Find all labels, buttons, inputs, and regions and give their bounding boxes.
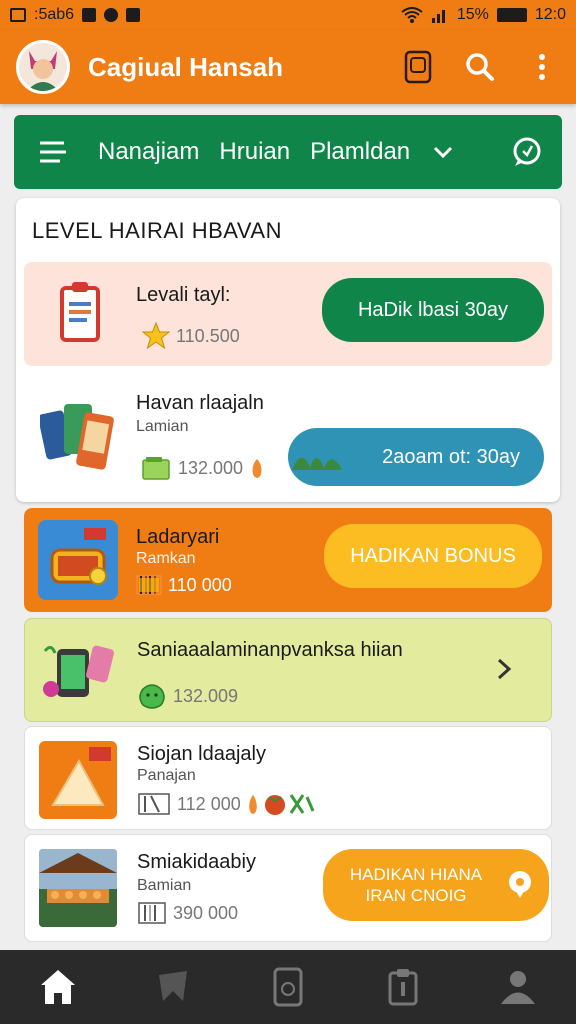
item-subtitle: Panajan [137,767,196,784]
settings-icon [104,8,119,22]
nav-phone[interactable] [258,957,318,1017]
barcode-icon [136,575,162,595]
cheese-icon [39,741,117,819]
treasure-icon [38,520,118,600]
item-value-row: 110.500 [142,322,240,350]
arrow-right-icon[interactable] [495,657,515,681]
book-icon [404,50,432,84]
clipboard-icon [388,969,418,1006]
item-subtitle: Ramkan [136,550,196,567]
coin-icon [139,684,165,709]
status-bar: :5ab6 15% 12:0 [0,0,576,30]
nav-bookmarks[interactable] [143,957,203,1017]
item-value: 390 000 [173,902,239,923]
nav-clipboard[interactable] [373,957,433,1017]
item-value: 132.009 [173,685,239,706]
item-subtitle: Bamian [137,877,192,894]
market-icon [39,849,117,927]
item-value: 132.000 [178,457,244,478]
book-button[interactable] [400,49,436,85]
nav-profile[interactable] [488,957,548,1017]
bottom-nav [0,950,576,1024]
wallet-icon [142,457,170,480]
item-value: 110 000 [168,574,232,595]
item-value-row: 390 000 [137,901,238,925]
item-value-row: 112 000 [137,791,317,817]
more-vert-icon [539,54,545,80]
clipboard-icon [60,282,100,342]
item-name: Siojan ldaajaly [137,743,266,765]
status-left-text: :5ab6 [34,6,75,23]
list-item[interactable]: Levali tayl: 110.500 HaDik lbasi 30ay [24,262,552,366]
wifi-icon [401,7,423,23]
gallery-icon [82,8,97,22]
search-button[interactable] [462,49,498,85]
barcode-icon [138,793,170,815]
item-value-row: 132.000 [142,456,265,480]
claim-button[interactable]: HaDik lbasi 30ay [322,278,544,342]
menu-icon[interactable] [38,140,68,164]
item-value: 110.500 [176,325,240,346]
chat-icon[interactable] [510,135,544,169]
list-item[interactable]: Smiakidaabiy Bamian 390 000 HADIKAN HIAN… [24,834,552,942]
level-panel: LEVEL HAIRAI HBAVAN Levali tayl: 110.500… [16,198,560,502]
chevron-down-icon[interactable] [432,144,454,160]
claim-button[interactable]: HADIKAN HIANA IRAN CNOIG [323,849,549,921]
category-bar: Nanajiam Hruian Plamldan [14,115,562,189]
item-name: Havan rlaajaln [136,392,264,414]
claim-button-label: 2aoam ot: 30ay [382,445,520,468]
item-value: 112 000 [177,793,241,814]
item-value-row: 110 000 [136,574,232,596]
bookmark-icon [158,971,187,1001]
category-tab-2[interactable]: Hruian [219,138,290,166]
phone-icon [273,967,303,1007]
app-notification-icon [126,8,141,22]
nav-home[interactable] [28,957,88,1017]
category-tab-3[interactable]: Plamldan [310,138,410,166]
category-tab-1[interactable]: Nanajiam [98,138,199,166]
bonus-button[interactable]: HADIKAN BONUS [324,524,542,588]
app-bar: Cagiual Hansah [0,30,576,104]
list-item[interactable]: Ladaryari Ramkan 110 000 HADIKAN BONUS [24,508,552,612]
item-name: Levali tayl: [136,284,231,306]
phone-gift-icon [43,645,114,697]
carrot-icon [252,459,262,478]
item-value-row: 132.009 [137,683,238,709]
avatar[interactable] [16,40,70,94]
location-pin-icon [509,871,531,898]
battery-percent: 15% [456,6,489,23]
list-item[interactable]: Havan rlaajaln Lamian 132.000 2aoam ot: … [24,374,552,494]
section-title: LEVEL HAIRAI HBAVAN [32,218,282,243]
item-name: Ladaryari [136,526,220,548]
item-name: Saniaaalaminanpvanksa hiian [137,639,403,661]
star-icon [142,322,170,350]
signal-icon [431,10,445,23]
image-icon [10,8,26,22]
claim-button[interactable]: 2aoam ot: 30ay [288,428,544,486]
produce-icon [248,794,315,815]
item-name: Smiakidaabiy [137,851,256,873]
list-item[interactable]: Saniaaalaminanpvanksa hiian 132.009 [24,618,552,722]
claim-button-line1: HADIKAN HIANA [349,865,483,884]
search-icon [466,53,494,81]
barcode-icon [138,902,166,924]
more-button[interactable] [524,49,560,85]
list-item[interactable]: Siojan ldaajaly Panajan 112 000 [24,726,552,830]
app-title: Cagiual Hansah [88,51,284,82]
profile-icon [501,971,536,1004]
leaves-icon [292,457,342,470]
status-time: 12:0 [534,6,566,23]
claim-button-line2: IRAN CNOIG [365,886,467,905]
phones-icon [40,404,114,470]
item-subtitle: Lamian [136,418,189,435]
home-icon [40,970,75,1004]
battery-icon [496,8,527,22]
